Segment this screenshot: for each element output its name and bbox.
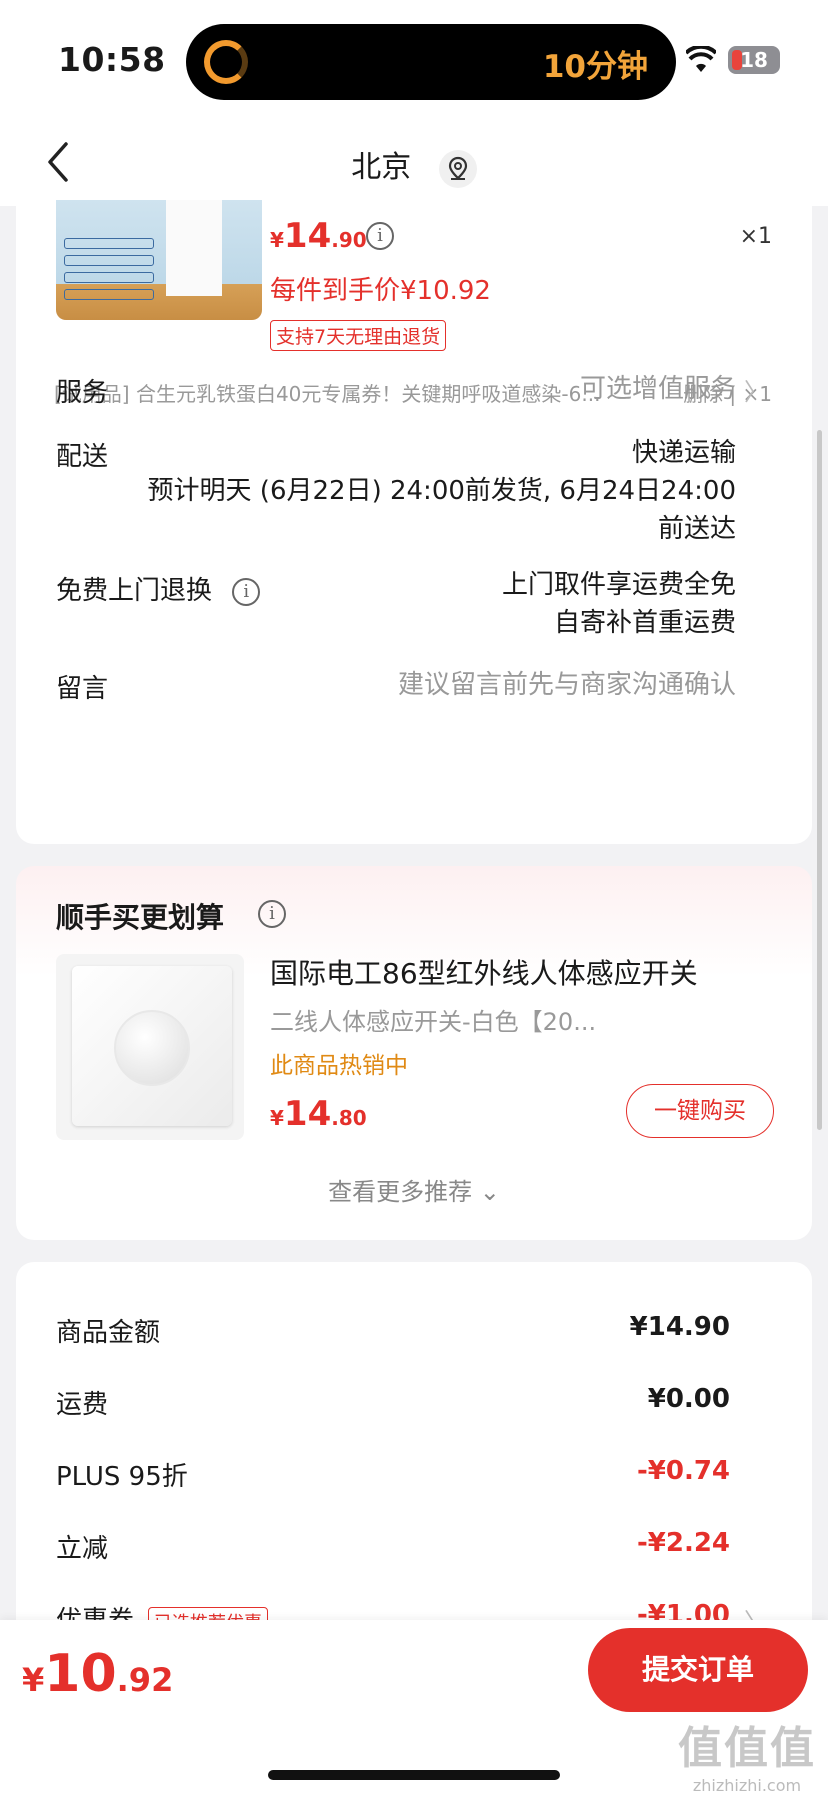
recommend-hot-label: 此商品热销中 [270,1053,408,1079]
instant-discount-label: 立减 [56,1534,109,1564]
chevron-right-icon[interactable]: 〉 [744,372,768,407]
price-summary-card: 商品金额 ¥14.90 运费 ¥0.00 PLUS 95折 -¥0.74 立减 … [16,1262,812,1682]
recommend-price: ¥14.80 [270,1094,367,1134]
plus-discount-value: -¥0.74 [636,1456,730,1486]
product-qty: ×1 [739,224,772,249]
checkout-bar: ¥10.92 提交订单 值值值 zhizhizhi.com [0,1620,828,1796]
delivery-method-text: 快递运输 [631,438,736,468]
recommend-title: 顺手买更划算 [56,901,225,934]
timer-ring-icon [204,40,248,84]
message-input[interactable]: 建议留言前先与商家沟通确认 [398,666,736,704]
return-service-label: 免费上门退换 i [56,570,261,607]
price-info-icon[interactable]: i [366,222,394,250]
product-image[interactable] [56,200,262,320]
city-label: 北京 [351,150,412,185]
wifi-icon [686,46,716,72]
battery-icon: 18 [728,46,780,74]
goods-amount-label: 商品金额 [56,1318,161,1348]
plus-discount-label: PLUS 95折 [56,1462,188,1492]
delivery-estimate-line1: 预计明天 (6月22日) 24:00前发货, 6月24日24:00 [147,476,736,506]
product-price: ¥14.90 [270,216,367,256]
delivery-estimate-line2: 前送达 [657,514,736,544]
submit-order-button[interactable]: 提交订单 [588,1628,808,1712]
recommend-product-image[interactable] [56,954,244,1140]
recommend-card: 顺手买更划算 i 国际电工86型红外线人体感应开关 二线人体感应开关-白色【20… [16,866,812,1240]
goods-amount-value: ¥14.90 [629,1312,730,1342]
delivery-method[interactable]: 快递运输 预计明天 (6月22日) 24:00前发货, 6月24日24:00 前… [148,434,736,548]
instant-discount-value: -¥2.24 [636,1528,730,1558]
dynamic-island[interactable]: 10分钟 [186,24,676,100]
recommend-product-title[interactable]: 国际电工86型红外线人体感应开关 [270,952,698,992]
recommend-info-icon[interactable]: i [258,900,286,928]
total-price: ¥10.92 [22,1644,174,1704]
shipping-label: 运费 [56,1390,109,1420]
return-service-value: 上门取件享运费全免 自寄补首重运费 [501,570,736,638]
location-icon[interactable] [438,149,477,188]
scrollbar[interactable] [817,430,822,1130]
more-recommend-link[interactable]: 查看更多推荐 ⌄ [16,1172,812,1207]
recommend-product-spec: 二线人体感应开关-白色【20... [270,1008,597,1036]
delivery-label: 配送 [56,442,109,472]
watermark-logo: 值值值 zhizhizhi.com [678,1723,816,1795]
nav-bar: 北京 [0,120,828,206]
one-click-buy-button[interactable]: 一键购买 [626,1084,774,1138]
each-price: 每件到手价¥10.92 [270,276,491,306]
service-label: 服务 [56,378,109,408]
nav-title[interactable]: 北京 [0,142,828,188]
order-item-card: ¥14.90 i ×1 每件到手价¥10.92 支持7天无理由退货 [试用品] … [16,200,812,844]
home-indicator[interactable] [268,1770,560,1780]
status-bar: 10:58 10分钟 18 [0,0,828,120]
message-label: 留言 [56,674,109,704]
shipping-value: ¥0.00 [647,1384,730,1414]
service-value[interactable]: 可选增值服务 [580,370,736,408]
return-policy-badge: 支持7天无理由退货 [270,320,447,351]
island-timer-text: 10分钟 [542,49,648,85]
return-info-icon[interactable]: i [232,577,261,606]
status-time: 10:58 [58,40,166,79]
